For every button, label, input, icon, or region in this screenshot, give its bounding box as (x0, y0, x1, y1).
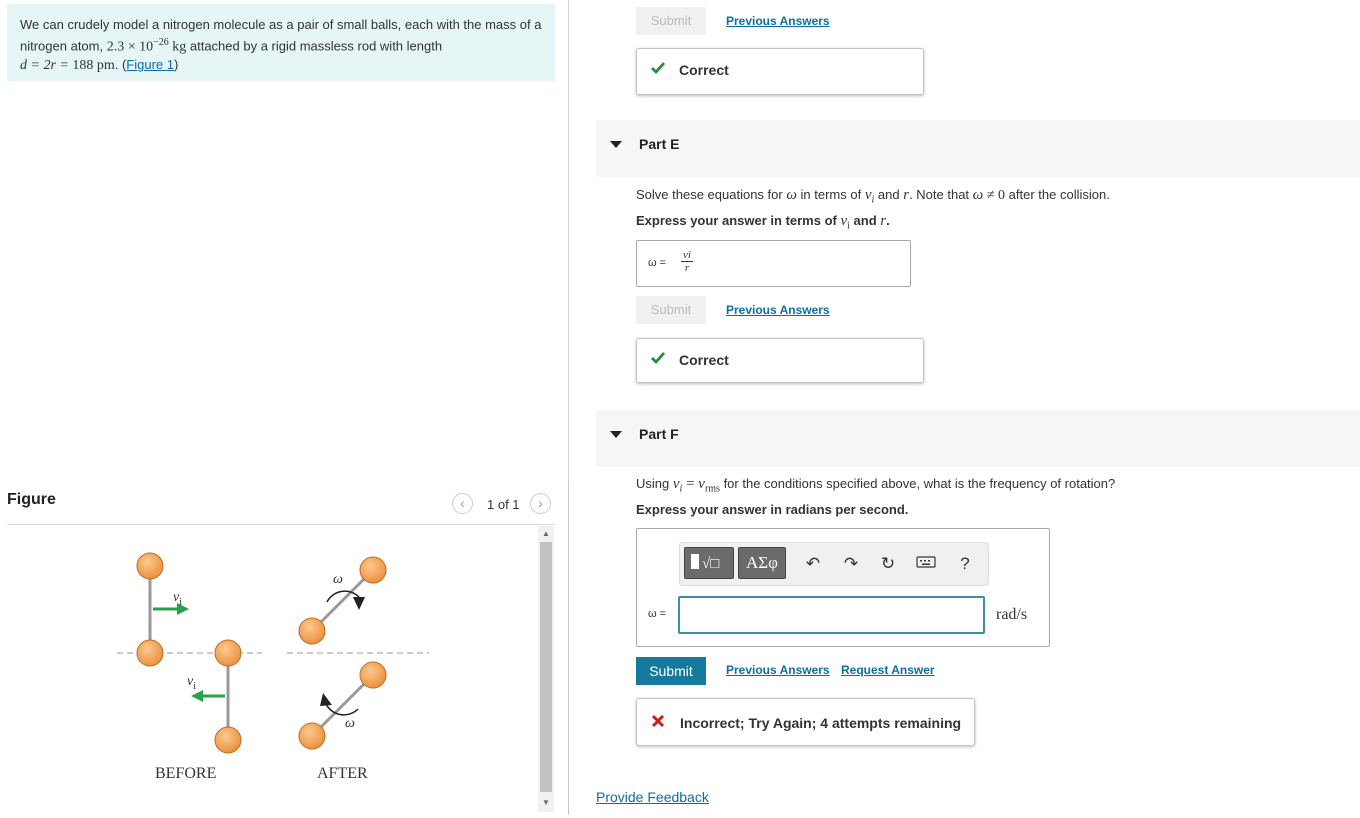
partE-answer-fraction: vi r (681, 249, 693, 274)
before-ball-2a (214, 639, 242, 667)
keyboard-icon[interactable] (915, 553, 937, 575)
problem-intro: We can crudely model a nitrogen molecule… (7, 4, 555, 81)
after-ball-2a (298, 722, 326, 750)
request-answer-link[interactable]: Request Answer (841, 663, 935, 677)
before-ball-2b (214, 726, 242, 754)
mass-exponent: −26 (153, 37, 169, 48)
figure-title: Figure (7, 491, 56, 508)
figure-image: vi vi ω ω BEFORE AFTER (7, 525, 537, 813)
templates-button[interactable]: √□ (684, 547, 734, 579)
partF-express: Express your answer in radians per secon… (636, 502, 909, 517)
figure-scrollbar[interactable]: ▲ ▼ (538, 526, 554, 812)
before-ball-1a (136, 552, 164, 580)
math-toolbar: √□ ΑΣφ ↶ ↷ ↻ ? (679, 542, 989, 586)
partE-previous-answers-link[interactable]: Previous Answers (726, 303, 830, 317)
omega-label-2: ω (345, 716, 355, 731)
velocity-label-2: vi (187, 674, 196, 692)
partE-answer-box: ω = vi r (636, 240, 911, 287)
greek-symbols-button[interactable]: ΑΣφ (738, 547, 786, 579)
units-label: rad/s (996, 606, 1028, 623)
chevron-left-icon: ‹ (460, 495, 465, 511)
after-ball-1b (359, 556, 387, 584)
partD-feedback: Correct (636, 48, 924, 95)
omega-label-1: ω (333, 572, 343, 587)
collapse-triangle-icon[interactable] (610, 431, 622, 438)
partE-label: Part E (639, 136, 680, 152)
chevron-right-icon: › (538, 495, 543, 511)
intro-text-2: attached by a rigid massless rod with le… (186, 38, 443, 54)
help-button[interactable]: ? (954, 553, 976, 575)
templates-icon: √□ (686, 554, 732, 578)
partF-answer-lhs: ω = (648, 608, 667, 620)
partF-feedback: Incorrect; Try Again; 4 attempts remaini… (636, 698, 975, 746)
partD-submit-button[interactable]: Submit (636, 7, 706, 35)
partF-label: Part F (639, 426, 679, 442)
provide-feedback-link[interactable]: Provide Feedback (596, 789, 709, 805)
rotation-arrowhead-2 (320, 693, 332, 706)
figure-next-button[interactable]: › (530, 493, 551, 514)
mass-unit: kg (172, 39, 187, 55)
figure-counter: 1 of 1 (487, 497, 520, 512)
left-pane: We can crudely model a nitrogen molecule… (0, 0, 569, 815)
checkmark-icon (651, 351, 666, 368)
partF-feedback-text: Incorrect; Try Again; 4 attempts remaini… (680, 715, 962, 731)
partE-question: Solve these equations for ω in terms of … (636, 187, 1110, 206)
redo-icon[interactable]: ↷ (840, 553, 862, 575)
partF-submit-button[interactable]: Submit (636, 657, 706, 685)
before-ball-1b (136, 639, 164, 667)
after-ball-2b (359, 661, 387, 689)
partE-feedback-text: Correct (679, 352, 729, 368)
partE-feedback: Correct (636, 338, 924, 383)
scroll-up-icon[interactable]: ▲ (538, 529, 554, 538)
mass-value: 2.3 × 10 (106, 39, 154, 55)
partD-feedback-text: Correct (679, 62, 729, 78)
svg-text:√□: √□ (702, 556, 719, 572)
rotation-arrowhead-1 (353, 597, 365, 610)
collision-diagram: vi vi ω ω BEFORE AFTER (117, 552, 429, 782)
collapse-triangle-icon[interactable] (610, 141, 622, 148)
partF-question: Using vi = vrms for the conditions speci… (636, 476, 1116, 495)
partD-previous-answers-link[interactable]: Previous Answers (726, 14, 830, 28)
partF-header[interactable]: Part F (596, 410, 1360, 467)
before-caption: BEFORE (155, 765, 216, 782)
undo-icon[interactable]: ↶ (802, 553, 824, 575)
scroll-thumb[interactable] (540, 542, 552, 792)
partE-submit-button[interactable]: Submit (636, 296, 706, 324)
pane-divider[interactable] (568, 485, 569, 815)
reset-icon[interactable]: ↻ (877, 553, 899, 575)
figure-link[interactable]: Figure 1 (126, 57, 174, 72)
figure-prev-button[interactable]: ‹ (452, 493, 473, 514)
partF-previous-answers-link[interactable]: Previous Answers (726, 663, 830, 677)
length-equation: d = 2r = (20, 58, 73, 74)
partE-answer-lhs: ω = (648, 257, 667, 269)
after-ball-1a (298, 617, 326, 645)
length-value: 188 pm (72, 58, 115, 74)
scroll-down-icon[interactable]: ▼ (538, 798, 554, 807)
after-caption: AFTER (317, 765, 368, 782)
answer-input[interactable] (678, 596, 985, 634)
answer-editor: √□ ΑΣφ ↶ ↷ ↻ ? ω = rad/s (636, 528, 1050, 647)
partE-header[interactable]: Part E (596, 120, 1360, 177)
close-x-icon (651, 714, 665, 731)
partE-express: Express your answer in terms of vi and r… (636, 213, 890, 232)
checkmark-icon (651, 61, 666, 78)
